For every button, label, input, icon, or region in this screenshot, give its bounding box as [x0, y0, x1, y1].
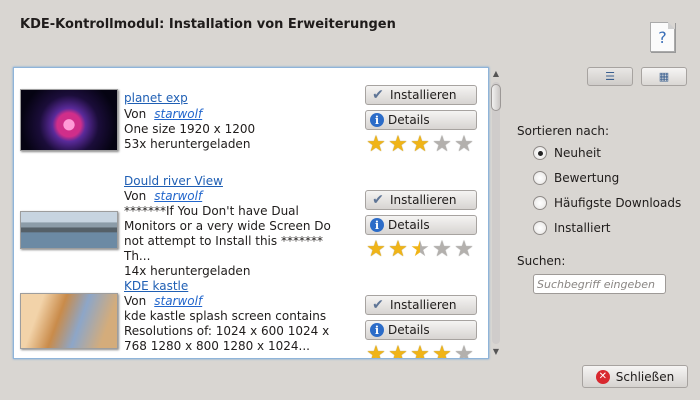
sort-option-label: Bewertung	[554, 171, 620, 185]
close-button[interactable]: ✕ Schließen	[582, 365, 688, 388]
icon-view-button[interactable]: ▦	[641, 67, 687, 86]
install-label: Installieren	[390, 193, 457, 207]
window-title: KDE-Kontrollmodul: Installation von Erwe…	[20, 17, 396, 32]
help-glyph: ?	[658, 27, 667, 47]
details-button[interactable]: i Details	[365, 215, 477, 235]
radio-button[interactable]	[533, 171, 547, 185]
rating-stars: ★ ★ ★ ★ ★	[365, 344, 475, 359]
description-line: 768 1280 x 800 1280 x 1024...	[124, 339, 310, 353]
star-icon[interactable]: ★	[387, 134, 409, 156]
star-icon[interactable]: ★	[453, 134, 475, 156]
author-link[interactable]: starwolf	[154, 107, 202, 121]
sort-option-installed[interactable]: Installiert	[533, 221, 610, 235]
star-icon[interactable]: ★	[409, 134, 431, 156]
checkmark-icon: ✔	[372, 192, 384, 208]
author-link[interactable]: starwolf	[154, 189, 202, 203]
info-icon: i	[370, 113, 384, 127]
star-icon[interactable]: ★	[431, 344, 453, 359]
scroll-down-arrow-icon[interactable]: ▼	[490, 346, 502, 358]
info-icon: i	[370, 323, 384, 337]
install-button[interactable]: ✔ Installieren	[365, 85, 477, 105]
help-icon[interactable]: ?	[650, 22, 675, 52]
sort-option-label: Neuheit	[554, 146, 601, 160]
list-scrollbar[interactable]: ▲ ▼	[489, 68, 503, 358]
scroll-track[interactable]	[492, 82, 500, 344]
scroll-thumb[interactable]	[491, 84, 501, 111]
star-icon[interactable]: ★	[453, 239, 475, 261]
install-button[interactable]: ✔ Installieren	[365, 190, 477, 210]
rating-stars: ★ ★ ★ ★ ★	[365, 239, 475, 261]
star-icon[interactable]: ★	[387, 344, 409, 359]
download-count: 53x heruntergeladen	[124, 137, 251, 151]
star-icon[interactable]: ★	[365, 239, 387, 261]
scroll-up-arrow-icon[interactable]: ▲	[490, 68, 502, 80]
radio-button[interactable]	[533, 146, 547, 160]
star-icon[interactable]: ★	[409, 344, 431, 359]
star-icon[interactable]: ★	[453, 344, 475, 359]
star-icon[interactable]: ★	[387, 239, 409, 261]
sort-option-label: Häufigste Downloads	[554, 196, 682, 210]
details-label: Details	[388, 113, 430, 127]
install-label: Installieren	[390, 88, 457, 102]
item-title-link[interactable]: planet exp	[124, 91, 188, 105]
close-icon: ✕	[595, 369, 610, 384]
grid-icon: ▦	[658, 70, 670, 83]
star-icon[interactable]: ★	[365, 134, 387, 156]
radio-button[interactable]	[533, 221, 547, 235]
rating-stars: ★ ★ ★ ★ ★	[365, 134, 475, 156]
description-line: *******If You Don't have Dual	[124, 204, 299, 218]
description-line: Resolutions of: 1024 x 600 1024 x	[124, 324, 330, 338]
install-label: Installieren	[390, 298, 457, 312]
item-title-link[interactable]: Dould river View	[124, 174, 223, 188]
sort-option-rating[interactable]: Bewertung	[533, 171, 619, 185]
description-line: One size 1920 x 1200	[124, 122, 256, 136]
download-count: 14x heruntergeladen	[124, 264, 251, 278]
by-label: Von	[124, 107, 147, 121]
details-button[interactable]: i Details	[365, 110, 477, 130]
radio-button[interactable]	[533, 196, 547, 210]
item-title-link[interactable]: KDE kastle	[124, 279, 188, 293]
star-icon[interactable]: ★	[365, 344, 387, 359]
author-link[interactable]: starwolf	[154, 294, 202, 308]
install-button[interactable]: ✔ Installieren	[365, 295, 477, 315]
preview-thumbnail[interactable]	[20, 293, 118, 349]
description-line: not attempt to Install this *******	[124, 234, 323, 248]
author-line: Von starwolf	[124, 189, 202, 203]
close-label: Schließen	[615, 369, 675, 384]
star-icon[interactable]: ★	[431, 239, 453, 261]
description-line: kde kastle splash screen contains	[124, 309, 327, 323]
search-input[interactable]	[533, 274, 666, 294]
sort-label: Sortieren nach:	[517, 124, 609, 138]
description-line: Monitors or a very wide Screen Do	[124, 219, 331, 233]
star-icon[interactable]: ★	[409, 239, 431, 261]
details-button[interactable]: i Details	[365, 320, 477, 340]
preview-thumbnail[interactable]	[20, 89, 118, 151]
list-icon: ☰	[605, 70, 615, 83]
checkmark-icon: ✔	[372, 297, 384, 313]
star-icon[interactable]: ★	[431, 134, 453, 156]
description-line: Th...	[124, 249, 151, 263]
addon-list[interactable]: planet exp Von starwolf One size 1920 x 1…	[13, 67, 489, 359]
detail-view-button[interactable]: ☰	[587, 67, 633, 86]
sort-option-label: Installiert	[554, 221, 611, 235]
sort-option-newest[interactable]: Neuheit	[533, 146, 601, 160]
checkmark-icon: ✔	[372, 87, 384, 103]
author-line: Von starwolf	[124, 107, 202, 121]
search-label: Suchen:	[517, 254, 566, 268]
details-label: Details	[388, 218, 430, 232]
details-label: Details	[388, 323, 430, 337]
info-icon: i	[370, 218, 384, 232]
sort-option-downloads[interactable]: Häufigste Downloads	[533, 196, 681, 210]
preview-thumbnail[interactable]	[20, 211, 118, 249]
by-label: Von	[124, 294, 147, 308]
author-line: Von starwolf	[124, 294, 202, 308]
by-label: Von	[124, 189, 147, 203]
